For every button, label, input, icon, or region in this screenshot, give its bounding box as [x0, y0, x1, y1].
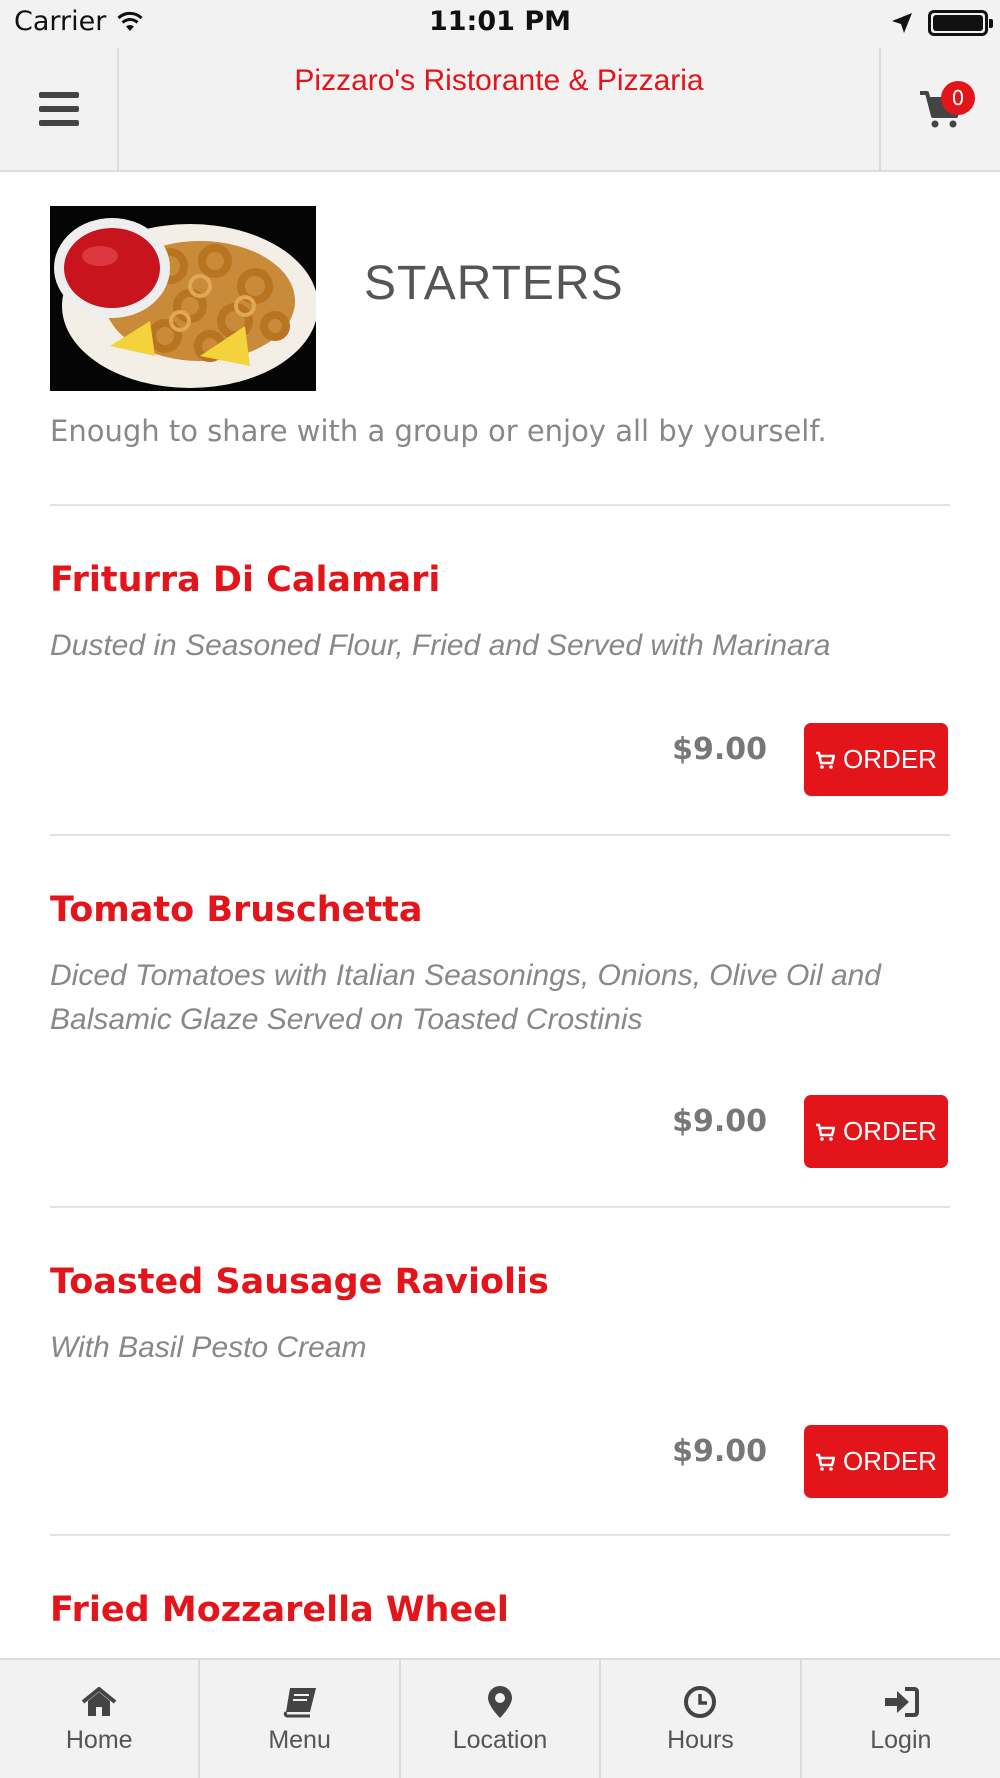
cart-count-badge: 0 — [941, 81, 975, 115]
status-bar: Carrier 11:01 PM — [0, 0, 1000, 48]
tab-label: Hours — [667, 1725, 734, 1754]
divider — [50, 1206, 950, 1208]
battery-icon — [928, 10, 993, 36]
clock-icon — [680, 1684, 720, 1720]
clock: 11:01 PM — [428, 6, 571, 37]
cart-icon — [816, 1123, 836, 1141]
tab-home[interactable]: Home — [0, 1660, 201, 1778]
cart-icon — [816, 1453, 836, 1471]
home-icon — [79, 1684, 119, 1720]
category-description: Enough to share with a group or enjoy al… — [50, 414, 827, 448]
restaurant-title: Pizzaro's Ristorante & Pizzaria — [294, 64, 704, 97]
location-arrow-icon — [892, 13, 912, 33]
menu-item: Tomato Bruschetta Diced Tomatoes with It… — [50, 890, 950, 1190]
menu-button[interactable] — [0, 48, 119, 170]
tab-hours[interactable]: Hours — [601, 1660, 802, 1778]
item-description: With Basil Pesto Cream — [50, 1331, 367, 1364]
order-button[interactable]: ORDER — [804, 1095, 948, 1168]
order-button-label: ORDER — [843, 1446, 937, 1476]
menu-item: Fried Mozzarella Wheel — [50, 1590, 950, 1658]
menu-item: Toasted Sausage Raviolis With Basil Pest… — [50, 1262, 950, 1522]
tab-label: Login — [870, 1725, 932, 1754]
item-price: $9.00 — [672, 1104, 767, 1139]
app-header: Pizzaro's Ristorante & Pizzaria 0 — [0, 48, 1000, 172]
hamburger-menu-icon — [38, 92, 79, 126]
divider — [50, 834, 950, 836]
tab-label: Menu — [268, 1725, 331, 1754]
tab-label: Location — [452, 1725, 548, 1754]
divider — [50, 1534, 950, 1536]
tab-menu[interactable]: Menu — [200, 1660, 401, 1778]
order-button[interactable]: ORDER — [804, 1425, 948, 1498]
bottom-tab-bar: Home Menu Location Hours Login — [0, 1658, 1000, 1778]
item-price: $9.00 — [672, 732, 767, 767]
map-pin-icon — [480, 1684, 520, 1720]
menu-content[interactable]: STARTERS Enough to share with a group or… — [0, 172, 1000, 1658]
sign-in-icon — [881, 1684, 921, 1720]
tab-label: Home — [65, 1725, 133, 1754]
item-name: Fried Mozzarella Wheel — [50, 1590, 509, 1630]
order-button-label: ORDER — [843, 744, 937, 774]
book-icon — [280, 1684, 320, 1720]
divider — [50, 504, 950, 506]
category-image — [50, 206, 316, 391]
tab-login[interactable]: Login — [802, 1660, 1000, 1778]
item-description: Dusted in Seasoned Flour, Fried and Serv… — [50, 629, 831, 662]
item-name: Toasted Sausage Raviolis — [50, 1262, 549, 1302]
cart-icon — [816, 751, 836, 769]
order-button-label: ORDER — [843, 1116, 937, 1146]
item-name: Friturra Di Calamari — [50, 560, 441, 600]
item-price: $9.00 — [672, 1434, 767, 1469]
category-title: STARTERS — [364, 257, 624, 310]
item-description: Diced Tomatoes with Italian Seasonings, … — [50, 959, 881, 1036]
tab-location[interactable]: Location — [401, 1660, 602, 1778]
order-button[interactable]: ORDER — [804, 723, 948, 796]
menu-item: Friturra Di Calamari Dusted in Seasoned … — [50, 560, 950, 820]
status-indicators — [890, 10, 993, 36]
cart-button[interactable]: 0 — [879, 48, 1000, 170]
item-name: Tomato Bruschetta — [50, 890, 423, 930]
